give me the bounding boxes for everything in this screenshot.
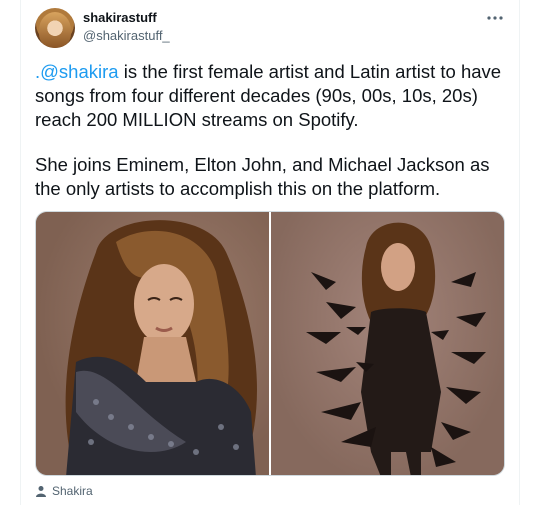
- more-options-icon[interactable]: [485, 8, 505, 28]
- display-name[interactable]: shakirastuff: [83, 10, 157, 25]
- tweet-card[interactable]: shakirastuff @shakirastuff_ .@shakira is…: [20, 0, 520, 505]
- tweet-text: .@shakira is the first female artist and…: [35, 60, 505, 201]
- person-icon: [36, 486, 46, 497]
- tweet-media[interactable]: [35, 211, 505, 476]
- mention-link[interactable]: .@shakira: [35, 61, 119, 82]
- photo-shakira-portrait[interactable]: [36, 212, 271, 475]
- photo-shakira-feathers[interactable]: [271, 212, 504, 475]
- avatar[interactable]: [35, 8, 75, 48]
- user-handle[interactable]: @shakirastuff_: [83, 28, 170, 43]
- tweet-text-paragraph-2: She joins Eminem, Elton John, and Michae…: [35, 154, 490, 199]
- tagged-person-name[interactable]: Shakira: [52, 484, 93, 498]
- tagged-person[interactable]: Shakira: [35, 483, 93, 499]
